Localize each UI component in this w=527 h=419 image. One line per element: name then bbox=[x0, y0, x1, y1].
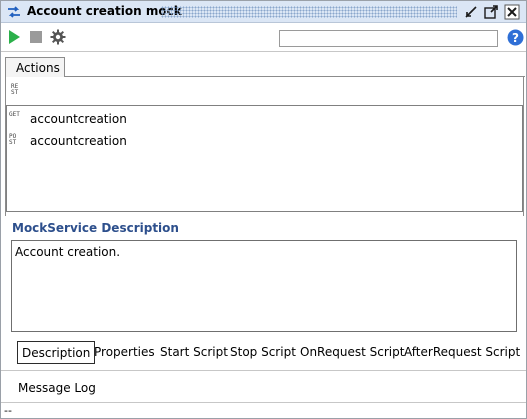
list-item[interactable]: GET accountcreation bbox=[7, 108, 522, 128]
status-bar: -- bbox=[4, 404, 12, 417]
get-method-icon: GET bbox=[9, 112, 25, 118]
title-bar-grip bbox=[161, 6, 457, 18]
message-log-button[interactable]: Message Log bbox=[18, 381, 96, 395]
tab-afterrequest-script[interactable]: AfterRequest Script bbox=[404, 341, 520, 364]
title-bar[interactable]: Account creation mock bbox=[1, 1, 526, 23]
svg-text:?: ? bbox=[512, 31, 519, 45]
divider bbox=[1, 402, 526, 403]
close-icon[interactable] bbox=[504, 4, 520, 20]
mock-service-icon bbox=[8, 6, 20, 18]
action-name: accountcreation bbox=[30, 134, 127, 148]
window-title: Account creation mock bbox=[27, 4, 182, 18]
tab-start-script[interactable]: Start Script bbox=[160, 341, 228, 364]
description-title: MockService Description bbox=[12, 221, 179, 235]
rest-icon-text: ST bbox=[11, 89, 19, 96]
description-textarea[interactable]: Account creation. bbox=[11, 240, 517, 332]
tab-actions[interactable]: Actions bbox=[5, 57, 65, 77]
tab-panel-border bbox=[523, 76, 524, 216]
method-label: GET bbox=[9, 111, 20, 118]
tab-onrequest-script[interactable]: OnRequest Script bbox=[300, 341, 404, 364]
tab-properties[interactable]: Properties bbox=[94, 341, 155, 364]
divider bbox=[1, 370, 526, 371]
restore-icon[interactable] bbox=[463, 4, 479, 20]
actions-list[interactable]: GET accountcreation PO ST accountcreatio… bbox=[6, 105, 523, 212]
maximize-icon[interactable] bbox=[483, 4, 499, 20]
method-label: ST bbox=[9, 139, 17, 146]
action-name: accountcreation bbox=[30, 112, 127, 126]
list-item[interactable]: PO ST accountcreation bbox=[7, 130, 522, 150]
rest-icon: RE ST bbox=[11, 84, 25, 98]
stop-icon[interactable] bbox=[28, 29, 44, 45]
post-method-icon: PO ST bbox=[9, 134, 25, 146]
tab-stop-script[interactable]: Stop Script bbox=[230, 341, 296, 364]
help-icon[interactable]: ? bbox=[507, 29, 524, 46]
mock-service-window: Account creation mock ? Actions RE ST GE… bbox=[0, 0, 527, 419]
gear-icon[interactable] bbox=[50, 29, 66, 45]
toolbar: ? bbox=[1, 24, 526, 52]
tab-description[interactable]: Description bbox=[17, 341, 96, 364]
play-icon[interactable] bbox=[6, 29, 22, 45]
search-input[interactable] bbox=[279, 30, 498, 47]
tab-divider bbox=[65, 76, 525, 77]
